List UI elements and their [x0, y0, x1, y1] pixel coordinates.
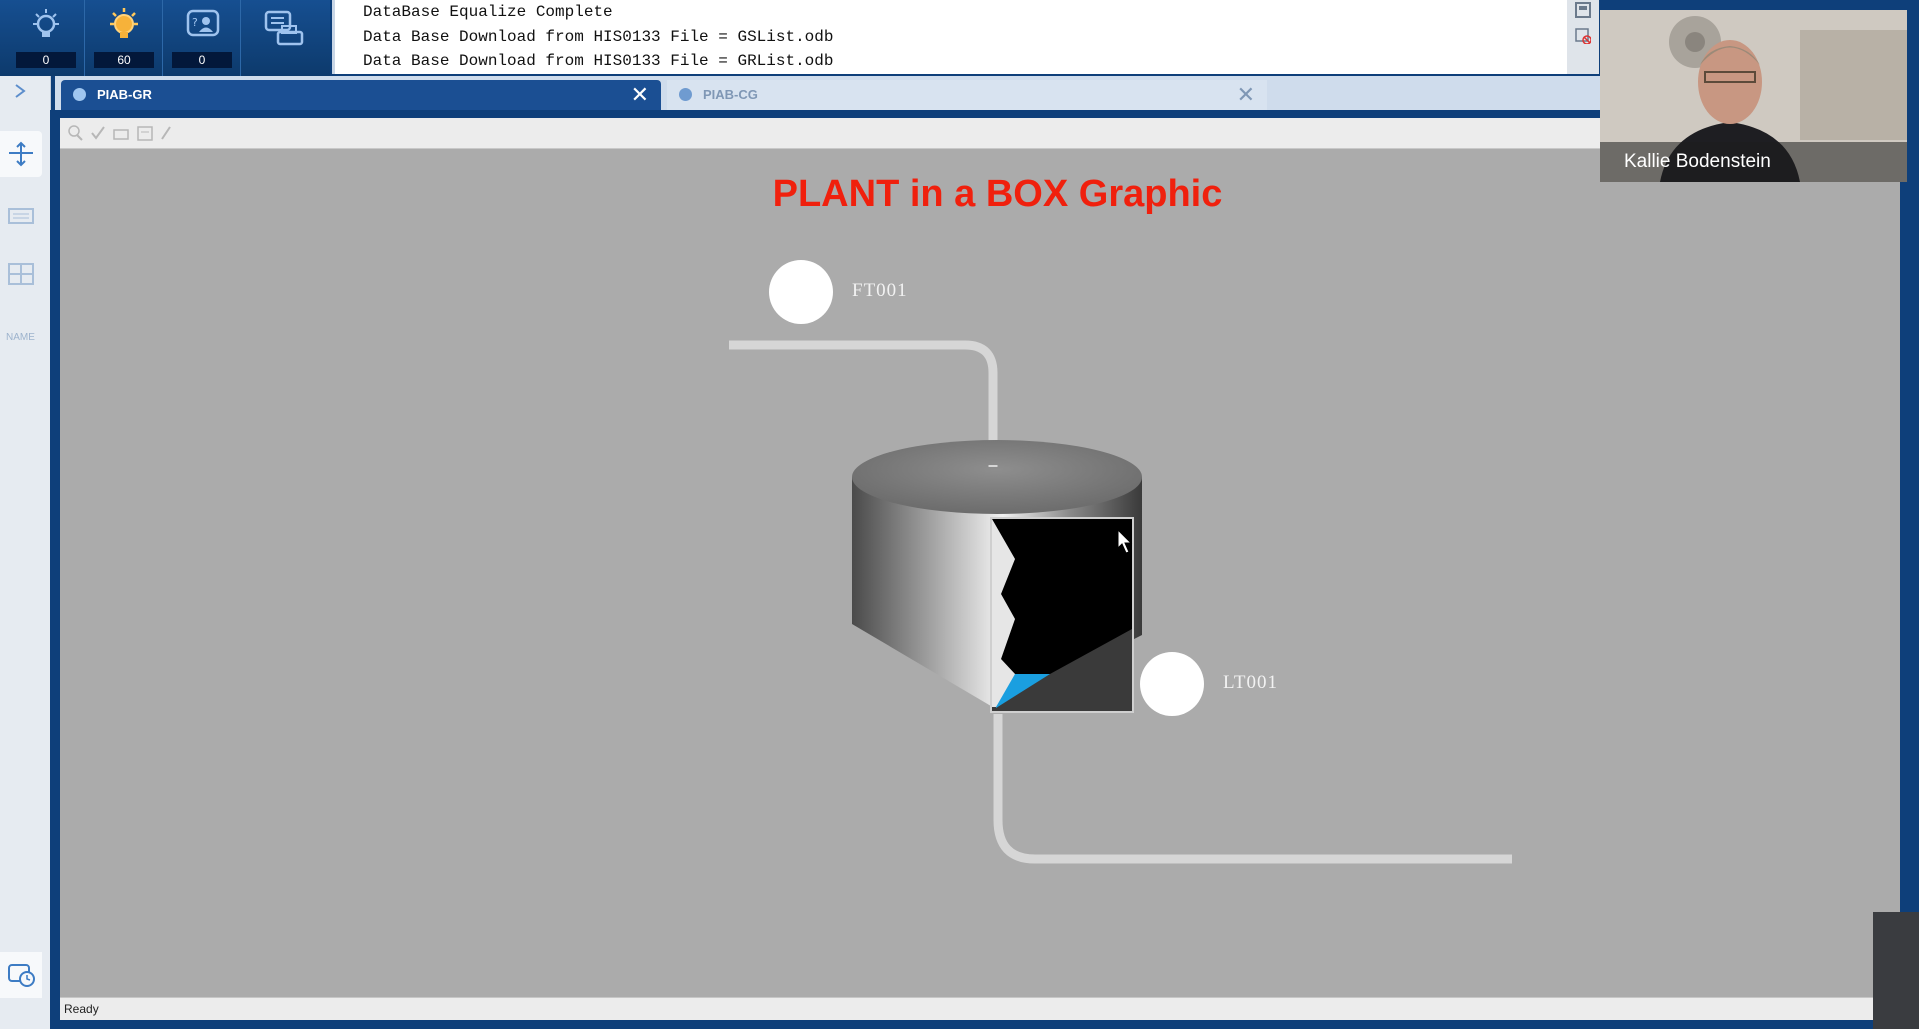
alarm-bulb-icon: [33, 9, 59, 37]
tab-piab-cg[interactable]: PIAB-CG ✕: [667, 80, 1267, 110]
active-alarm-count: 60: [94, 52, 154, 68]
participant-name: Kallie Bodenstein: [1600, 142, 1907, 182]
lt001-tag[interactable]: LT001: [1223, 672, 1278, 694]
system-message-list[interactable]: DataBase Equalize Complete Data Base Dow…: [332, 0, 1570, 74]
message-line: Data Base Download from HIS0133 File = G…: [363, 27, 834, 46]
operator-guide-button[interactable]: ? 0: [164, 0, 241, 76]
lt001-indicator: [1140, 652, 1204, 716]
plant-graphic-canvas[interactable]: PLANT in a BOX Graphic FT001 LT001: [60, 149, 1900, 997]
ft001-indicator: [769, 260, 833, 324]
history-clock-icon: [8, 964, 35, 987]
left-navigation-rail: NAME: [0, 76, 51, 1029]
message-line: DataBase Equalize Complete: [363, 3, 613, 21]
tab-label: PIAB-GR: [97, 87, 152, 102]
tab-strip: PIAB-GR ✕ PIAB-CG ✕: [55, 76, 1665, 110]
message-scrollbar[interactable]: [1567, 0, 1599, 74]
alarm-toolbar: 0 60 ? 0: [0, 0, 330, 76]
tab-piab-gr[interactable]: PIAB-GR ✕: [61, 80, 661, 110]
alarm-count: 0: [16, 52, 76, 68]
active-alarm-bulb-icon: [110, 8, 138, 38]
process-alarm-button[interactable]: 0: [8, 0, 85, 76]
process-graphic: [729, 260, 1512, 864]
graphic-tools-icons[interactable]: [66, 124, 186, 142]
grid-icon: [8, 263, 34, 285]
graphic-title: PLANT in a BOX Graphic: [772, 173, 1223, 215]
navigator-arrows-icon: [9, 141, 33, 167]
navigator-button[interactable]: [0, 131, 42, 177]
system-alarm-button[interactable]: 60: [86, 0, 163, 76]
name-label[interactable]: NAME: [6, 332, 35, 343]
history-button[interactable]: [0, 952, 42, 998]
operator-message-icon: ?: [186, 9, 220, 37]
tank-top: [852, 440, 1142, 514]
status-bar: Ready: [60, 997, 1904, 1020]
outlet-pipe: [993, 714, 1512, 864]
keyboard-button[interactable]: [0, 191, 42, 237]
operator-msg-count: 0: [172, 52, 232, 68]
message-printer-icon: [264, 10, 304, 46]
close-icon[interactable]: ✕: [631, 80, 649, 110]
keyboard-icon: [8, 208, 34, 224]
ft001-tag[interactable]: FT001: [852, 280, 908, 302]
screen-edge-panel: [1873, 912, 1919, 1029]
overview-button[interactable]: [0, 251, 42, 297]
svg-text:?: ?: [192, 16, 198, 29]
window-icon[interactable]: [1575, 2, 1591, 18]
mute-icon[interactable]: [1575, 28, 1591, 44]
message-monitor-button[interactable]: [242, 0, 318, 76]
close-icon[interactable]: ✕: [1237, 80, 1255, 110]
tab-label: PIAB-CG: [703, 87, 758, 102]
graphic-globe-icon: [679, 88, 692, 101]
graphic-globe-icon: [73, 88, 86, 101]
expand-chevron-icon[interactable]: [12, 82, 30, 105]
message-line: Data Base Download from HIS0133 File = G…: [363, 52, 834, 70]
